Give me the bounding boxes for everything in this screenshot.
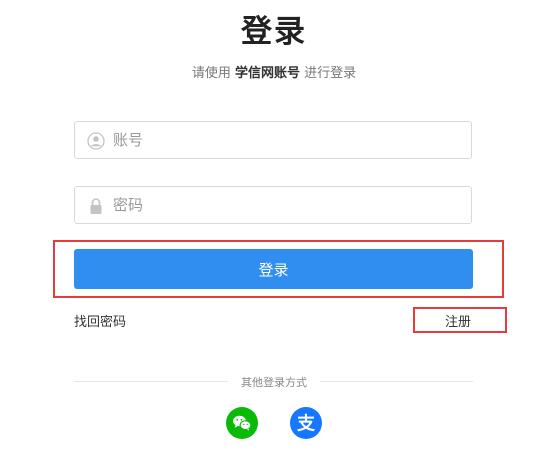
- alipay-icon: 支: [290, 407, 322, 439]
- password-field[interactable]: [74, 186, 472, 224]
- wechat-icon: [226, 407, 258, 439]
- forgot-password-link[interactable]: 找回密码: [74, 311, 126, 330]
- register-link[interactable]: 注册: [445, 311, 471, 330]
- divider-right: [320, 381, 473, 382]
- alipay-login-button[interactable]: 支: [290, 407, 322, 439]
- other-login-label: 其他登录方式: [241, 376, 307, 389]
- subtitle-account-name: 学信网账号: [234, 66, 300, 81]
- page-subtitle: 请使用 学信网账号 进行登录: [0, 62, 548, 81]
- alipay-glyph: 支: [296, 413, 316, 435]
- subtitle-prefix: 请使用: [191, 66, 231, 81]
- login-button[interactable]: 登录: [74, 249, 473, 289]
- lock-icon: [87, 197, 105, 215]
- password-input[interactable]: [113, 187, 463, 223]
- page-title: 登录: [241, 14, 307, 50]
- subtitle-suffix: 进行登录: [304, 66, 357, 81]
- wechat-login-button[interactable]: [226, 407, 258, 439]
- username-input[interactable]: [113, 122, 463, 158]
- username-field[interactable]: [74, 121, 472, 159]
- user-icon: [87, 132, 105, 150]
